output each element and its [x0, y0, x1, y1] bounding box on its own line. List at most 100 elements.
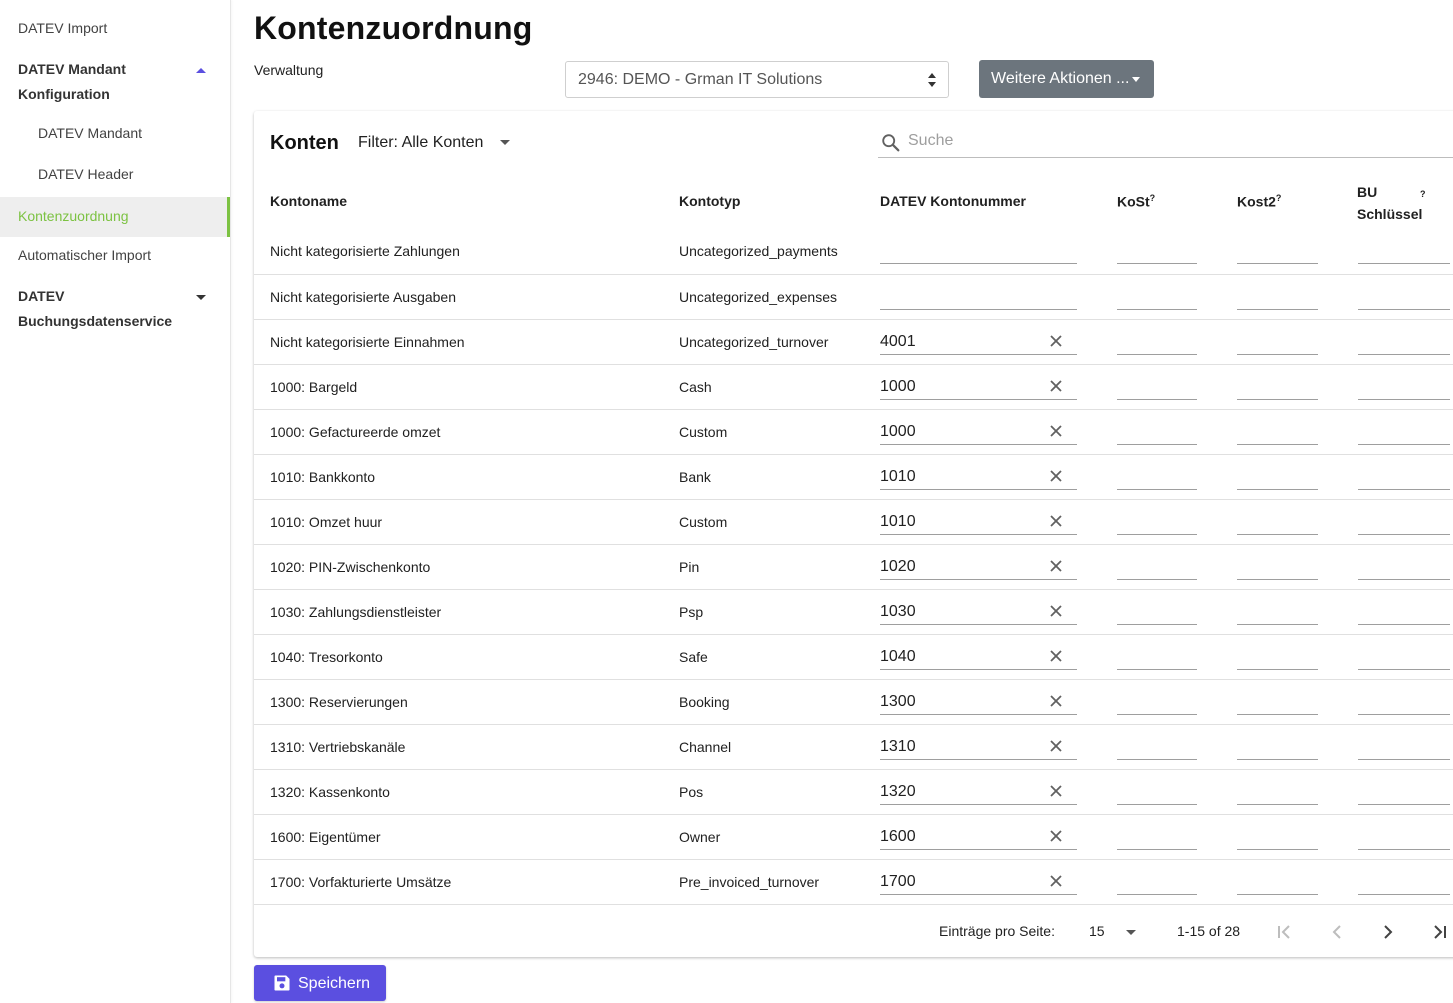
bu-schluessel-input[interactable]: [1358, 725, 1450, 760]
bu-schluessel-input[interactable]: [1358, 275, 1450, 310]
datev-kontonummer-input[interactable]: 1030: [880, 590, 1077, 625]
datev-kontonummer-input[interactable]: 4001: [880, 320, 1077, 355]
search-input[interactable]: [908, 129, 1408, 153]
close-icon[interactable]: [1049, 469, 1063, 483]
kost2-input[interactable]: [1237, 320, 1318, 355]
kost-input[interactable]: [1117, 320, 1197, 355]
datev-kontonummer-input[interactable]: 1600: [880, 815, 1077, 850]
kost-input[interactable]: [1117, 680, 1197, 715]
kost-input[interactable]: [1117, 545, 1197, 580]
bu-schluessel-input[interactable]: [1358, 815, 1450, 850]
bu-schluessel-input[interactable]: [1358, 680, 1450, 715]
datev-kontonummer-input[interactable]: 1010: [880, 455, 1077, 490]
kost-input[interactable]: [1117, 500, 1197, 535]
datev-kontonummer-input[interactable]: 1300: [880, 680, 1077, 715]
kost-input[interactable]: [1117, 275, 1197, 310]
kost2-input[interactable]: [1237, 860, 1318, 895]
kost2-input[interactable]: [1237, 725, 1318, 760]
close-icon[interactable]: [1049, 784, 1063, 798]
previous-page-icon[interactable]: [1328, 923, 1346, 941]
datev-kontonummer-input[interactable]: 1020: [880, 545, 1077, 580]
last-page-icon[interactable]: [1430, 923, 1448, 941]
kost2-input[interactable]: [1237, 275, 1318, 310]
kost-input[interactable]: [1117, 770, 1197, 805]
column-header-datev-kontonummer[interactable]: DATEV Kontonummer: [880, 193, 1026, 209]
sidebar-item-datev-mandant-konfiguration[interactable]: DATEV Mandant Konfiguration: [0, 57, 230, 109]
bu-schluessel-input[interactable]: [1358, 860, 1450, 895]
filter-dropdown[interactable]: Filter: Alle Konten: [358, 134, 483, 152]
kost-input[interactable]: [1117, 455, 1197, 490]
kost-input[interactable]: [1117, 860, 1197, 895]
datev-kontonummer-input[interactable]: [880, 229, 1077, 264]
close-icon[interactable]: [1049, 514, 1063, 528]
kost-input[interactable]: [1117, 815, 1197, 850]
bu-schluessel-input[interactable]: [1358, 455, 1450, 490]
close-icon[interactable]: [1049, 379, 1063, 393]
datev-kontonummer-input[interactable]: 1000: [880, 410, 1077, 445]
close-icon[interactable]: [1049, 604, 1063, 618]
kost-input[interactable]: [1117, 365, 1197, 400]
sidebar: DATEV Import DATEV Mandant Konfiguration…: [0, 0, 231, 1003]
caret-down-icon[interactable]: [500, 140, 510, 145]
kost-help-icon[interactable]: ?: [1150, 193, 1156, 203]
bu-schluessel-input[interactable]: [1358, 500, 1450, 535]
weitere-aktionen-button[interactable]: Weitere Aktionen ...: [979, 60, 1154, 98]
close-icon[interactable]: [1049, 424, 1063, 438]
bu-schluessel-input[interactable]: [1358, 320, 1450, 355]
column-header-kontotyp[interactable]: Kontotyp: [679, 193, 740, 209]
close-icon[interactable]: [1049, 829, 1063, 843]
bu-schluessel-input[interactable]: [1358, 365, 1450, 400]
sidebar-item-datev-header[interactable]: DATEV Header: [0, 166, 230, 188]
kost-input[interactable]: [1117, 590, 1197, 625]
first-page-icon[interactable]: [1276, 923, 1294, 941]
save-button[interactable]: Speichern: [254, 965, 386, 1001]
bu-schluessel-input[interactable]: [1358, 635, 1450, 670]
close-icon[interactable]: [1049, 694, 1063, 708]
account-name: 1310: Vertriebskanäle: [270, 739, 406, 755]
kost-input[interactable]: [1117, 635, 1197, 670]
kost2-input[interactable]: [1237, 590, 1318, 625]
bu-schluessel-input[interactable]: [1358, 410, 1450, 445]
datev-kontonummer-input[interactable]: [880, 275, 1077, 310]
kost2-input[interactable]: [1237, 455, 1318, 490]
caret-down-icon[interactable]: [1126, 930, 1136, 935]
per-page-select[interactable]: 15: [1089, 923, 1105, 939]
verwaltung-select[interactable]: 2946: DEMO - Grman IT Solutions: [565, 61, 949, 98]
close-icon[interactable]: [1049, 739, 1063, 753]
datev-kontonummer-input[interactable]: 1040: [880, 635, 1077, 670]
kost2-input[interactable]: [1237, 365, 1318, 400]
sidebar-item-kontenzuordnung[interactable]: Kontenzuordnung: [0, 197, 230, 237]
sidebar-item-datev-buchungsdatenservice[interactable]: DATEV Buchungsdatenservice: [0, 284, 230, 336]
bu-help-icon[interactable]: ?: [1420, 189, 1426, 199]
close-icon[interactable]: [1049, 334, 1063, 348]
close-icon[interactable]: [1049, 559, 1063, 573]
datev-kontonummer-input[interactable]: 1310: [880, 725, 1077, 760]
kost2-input[interactable]: [1237, 545, 1318, 580]
datev-kontonummer-input[interactable]: 1700: [880, 860, 1077, 895]
kost2-input[interactable]: [1237, 815, 1318, 850]
kost2-input[interactable]: [1237, 680, 1318, 715]
kost2-input[interactable]: [1237, 229, 1318, 264]
close-icon[interactable]: [1049, 874, 1063, 888]
bu-schluessel-input[interactable]: [1358, 590, 1450, 625]
next-page-icon[interactable]: [1379, 923, 1397, 941]
bu-schluessel-input[interactable]: [1358, 545, 1450, 580]
datev-kontonummer-input[interactable]: 1010: [880, 500, 1077, 535]
kost2-input[interactable]: [1237, 635, 1318, 670]
datev-kontonummer-input[interactable]: 1000: [880, 365, 1077, 400]
sidebar-item-datev-mandant[interactable]: DATEV Mandant: [0, 125, 230, 147]
sidebar-item-datev-import[interactable]: DATEV Import: [0, 20, 230, 42]
datev-kontonummer-input[interactable]: 1320: [880, 770, 1077, 805]
kost2-input[interactable]: [1237, 410, 1318, 445]
kost-input[interactable]: [1117, 725, 1197, 760]
kost2-input[interactable]: [1237, 500, 1318, 535]
bu-schluessel-input[interactable]: [1358, 770, 1450, 805]
kost-input[interactable]: [1117, 410, 1197, 445]
bu-schluessel-input[interactable]: [1358, 229, 1450, 264]
kost-input[interactable]: [1117, 229, 1197, 264]
kost2-input[interactable]: [1237, 770, 1318, 805]
column-header-kontoname[interactable]: Kontoname: [270, 193, 347, 209]
sidebar-item-automatischer-import[interactable]: Automatischer Import: [0, 247, 230, 269]
kost2-help-icon[interactable]: ?: [1276, 193, 1282, 203]
close-icon[interactable]: [1049, 649, 1063, 663]
